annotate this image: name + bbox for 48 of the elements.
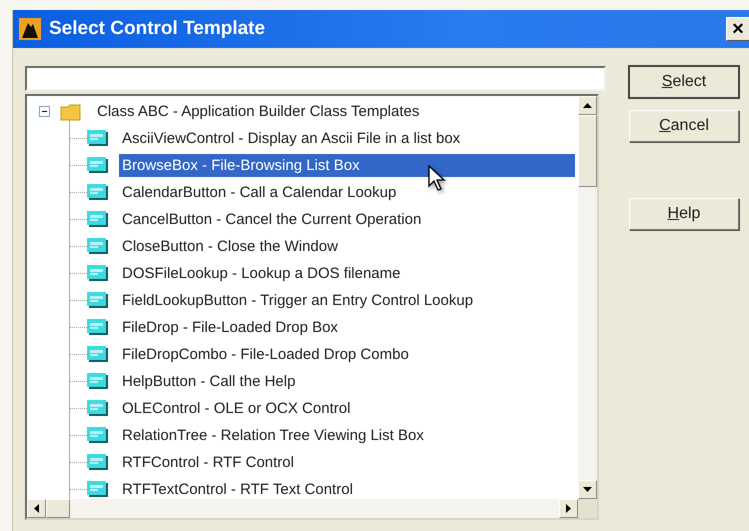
- control-icon: [87, 400, 109, 417]
- horizontal-scrollbar[interactable]: [27, 499, 597, 518]
- scroll-left-icon[interactable]: [27, 499, 46, 518]
- control-icon: [87, 211, 109, 228]
- tree-item[interactable]: DOSFileLookup - Lookup a DOS filename: [119, 262, 575, 285]
- tree-item[interactable]: RTFControl - RTF Control: [119, 451, 575, 474]
- search-field[interactable]: [25, 66, 606, 91]
- tree-item[interactable]: Class ABC - Application Builder Class Templates: [94, 100, 422, 123]
- tree-item[interactable]: HelpButton - Call the Help: [119, 370, 575, 393]
- dialog-button[interactable]: Select: [629, 66, 739, 98]
- window-title: Select Control Template: [49, 18, 266, 40]
- tree-item[interactable]: RelationTree - Relation Tree Viewing List Box: [119, 424, 575, 447]
- tree-item[interactable]: CalendarButton - Call a Calendar Lookup: [119, 181, 575, 204]
- control-icon: [87, 157, 109, 174]
- scroll-right-icon[interactable]: [559, 499, 578, 518]
- tree-item[interactable]: AsciiViewControl - Display an Ascii File in a list box: [119, 127, 575, 150]
- pointer-icon: [428, 165, 448, 193]
- tree-item[interactable]: CancelButton - Cancel the Current Operation: [119, 208, 575, 231]
- tree-item[interactable]: FileDropCombo - File-Loaded Drop Combo: [119, 343, 575, 366]
- scroll-thumb[interactable]: [578, 115, 597, 187]
- vertical-scrollbar[interactable]: [578, 96, 597, 499]
- control-icon: [87, 319, 109, 336]
- tree-item[interactable]: BrowseBox - File-Browsing List Box: [119, 154, 575, 177]
- scrollbar-corner: [578, 499, 597, 518]
- app-icon: [19, 18, 41, 40]
- tree-item[interactable]: FileDrop - File-Loaded Drop Box: [119, 316, 575, 339]
- dialog-button[interactable]: Cancel: [629, 110, 739, 142]
- scroll-up-icon[interactable]: [578, 96, 597, 115]
- tree-item[interactable]: OLEControl - OLE or OCX Control: [119, 397, 575, 420]
- tree-item[interactable]: FieldLookupButton - Trigger an Entry Control Lookup: [119, 289, 575, 312]
- control-icon: [87, 130, 109, 147]
- close-button[interactable]: ×: [726, 17, 749, 41]
- collapse-icon[interactable]: [39, 106, 50, 117]
- scroll-thumb[interactable]: [46, 499, 70, 518]
- dialog-button[interactable]: Help: [629, 198, 739, 230]
- control-icon: [87, 427, 109, 444]
- scroll-down-icon[interactable]: [578, 480, 597, 499]
- control-icon: [87, 481, 109, 498]
- control-icon: [87, 373, 109, 390]
- control-icon: [87, 292, 109, 309]
- tree-item[interactable]: RTFTextControl - RTF Text Control: [119, 478, 575, 499]
- control-icon: [87, 238, 109, 255]
- tree-item[interactable]: CloseButton - Close the Window: [119, 235, 575, 258]
- folder-icon: [60, 102, 82, 120]
- control-icon: [87, 454, 109, 471]
- control-icon: [87, 346, 109, 363]
- control-icon: [87, 184, 109, 201]
- control-icon: [87, 265, 109, 282]
